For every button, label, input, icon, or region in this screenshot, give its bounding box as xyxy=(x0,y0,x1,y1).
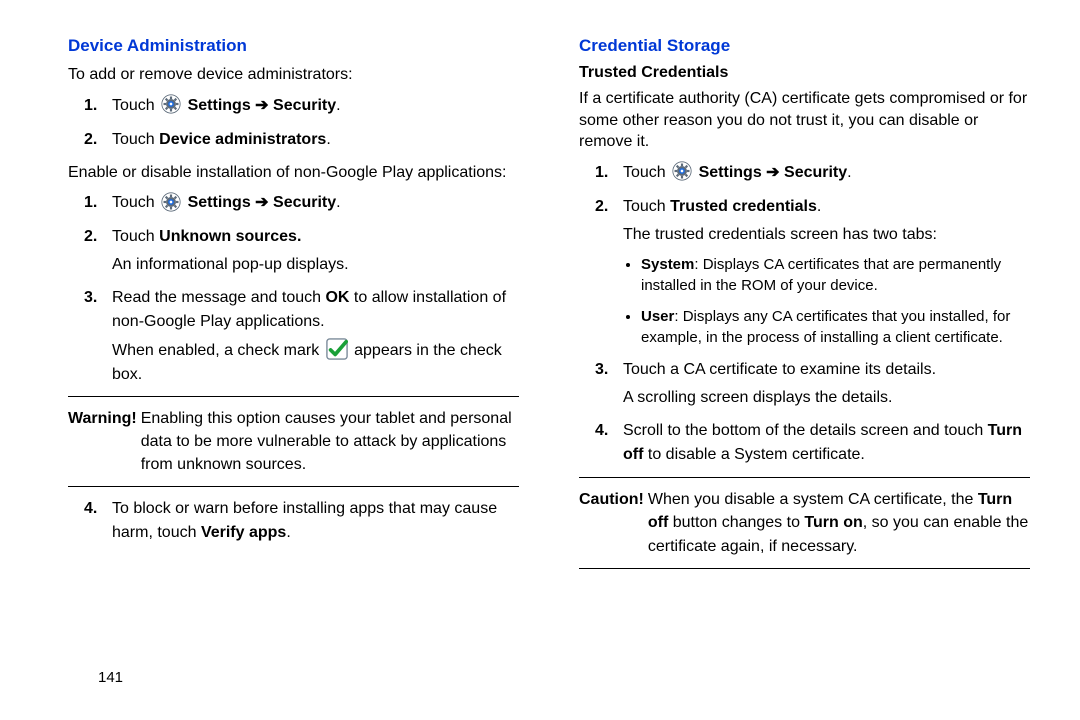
bullet-body: : Displays CA certificates that are perm… xyxy=(641,256,1001,294)
list-item: System: Displays CA certificates that ar… xyxy=(641,254,1030,296)
gear-icon xyxy=(672,161,692,181)
step-item: Touch Trusted credentials. The trusted c… xyxy=(623,195,1030,348)
step-item: Read the message and touch OK to allow i… xyxy=(112,286,519,385)
bullet-body: : Displays any CA certificates that you … xyxy=(641,308,1010,346)
step-text: To block or warn before installing apps … xyxy=(112,500,497,541)
divider xyxy=(68,396,519,397)
gear-icon xyxy=(161,192,181,212)
step-item: Scroll to the bottom of the details scre… xyxy=(623,419,1030,467)
trusted-credentials-intro: If a certificate authority (CA) certific… xyxy=(579,88,1030,153)
step-text: Touch xyxy=(112,228,159,245)
step-follow-text: A scrolling screen displays the details. xyxy=(623,386,1030,409)
caution-note: Caution! When you disable a system CA ce… xyxy=(579,488,1030,558)
step-text: to disable a System certificate. xyxy=(643,446,864,463)
page-number: 141 xyxy=(98,669,123,686)
settings-label: Settings xyxy=(188,97,251,114)
step-text: Touch a CA certificate to examine its de… xyxy=(623,361,936,378)
device-admin-intro: To add or remove device administrators: xyxy=(68,64,519,86)
step-follow-text: The trusted credentials screen has two t… xyxy=(623,223,1030,246)
divider xyxy=(579,477,1030,478)
verify-apps-steps: To block or warn before installing apps … xyxy=(68,497,519,545)
turn-on-label: Turn on xyxy=(804,514,862,531)
security-label: Security xyxy=(273,194,336,211)
arrow-icon: ➔ xyxy=(251,97,273,114)
step-item: Touch a CA certificate to examine its de… xyxy=(623,358,1030,409)
checkmark-icon xyxy=(326,338,348,360)
step-text: Scroll to the bottom of the details scre… xyxy=(623,422,988,439)
unknown-sources-steps: Touch Settings ➔ Security. Touch Unknown… xyxy=(68,191,519,386)
verify-apps-label: Verify apps xyxy=(201,524,286,541)
caution-text: When you disable a system CA certificate… xyxy=(648,491,978,508)
credential-storage-heading: Credential Storage xyxy=(579,36,1030,56)
step-text: Touch xyxy=(112,131,159,148)
device-administrators-label: Device administrators xyxy=(159,131,326,148)
system-tab-label: System xyxy=(641,256,694,273)
step-text: Touch xyxy=(623,164,670,181)
step-text: . xyxy=(847,164,851,181)
caution-label: Caution! xyxy=(579,488,644,558)
step-text: . xyxy=(326,131,330,148)
unknown-sources-label: Unknown sources. xyxy=(159,228,301,245)
step-item: Touch Settings ➔ Security. xyxy=(112,94,519,118)
divider xyxy=(68,486,519,487)
step-item: Touch Settings ➔ Security. xyxy=(623,161,1030,185)
right-column: Credential Storage Trusted Credentials I… xyxy=(579,36,1030,579)
warning-label: Warning! xyxy=(68,407,137,477)
step-text: . xyxy=(336,97,340,114)
trusted-credentials-label: Trusted credentials xyxy=(670,198,817,215)
step-text: Touch xyxy=(623,198,670,215)
step-text: When enabled, a check mark xyxy=(112,342,324,359)
list-item: User: Displays any CA certificates that … xyxy=(641,306,1030,348)
settings-label: Settings xyxy=(699,164,762,181)
settings-label: Settings xyxy=(188,194,251,211)
security-label: Security xyxy=(273,97,336,114)
step-item: Touch Settings ➔ Security. xyxy=(112,191,519,215)
arrow-icon: ➔ xyxy=(762,164,784,181)
security-label: Security xyxy=(784,164,847,181)
step-text: . xyxy=(817,198,821,215)
step-item: Touch Device administrators. xyxy=(112,128,519,152)
step-text: . xyxy=(286,524,290,541)
warning-note: Warning! Enabling this option causes you… xyxy=(68,407,519,477)
gear-icon xyxy=(161,94,181,114)
caution-body: When you disable a system CA certificate… xyxy=(648,488,1030,558)
unknown-sources-intro: Enable or disable installation of non-Go… xyxy=(68,162,519,184)
step-follow-text: An informational pop-up displays. xyxy=(112,253,519,276)
device-admin-heading: Device Administration xyxy=(68,36,519,56)
step-text: Read the message and touch xyxy=(112,289,325,306)
step-text: . xyxy=(336,194,340,211)
trusted-credentials-subheading: Trusted Credentials xyxy=(579,64,1030,82)
ok-label: OK xyxy=(325,289,349,306)
warning-body: Enabling this option causes your tablet … xyxy=(141,407,519,477)
step-item: To block or warn before installing apps … xyxy=(112,497,519,545)
step-follow-text: When enabled, a check mark appears in th… xyxy=(112,338,519,385)
user-tab-label: User xyxy=(641,308,674,325)
divider xyxy=(579,568,1030,569)
tabs-bullets: System: Displays CA certificates that ar… xyxy=(623,254,1030,348)
device-admin-steps-a: Touch Settings ➔ Security. Touch Device … xyxy=(68,94,519,152)
step-item: Touch Unknown sources. An informational … xyxy=(112,225,519,276)
caution-text: button changes to xyxy=(668,514,804,531)
step-text: Touch xyxy=(112,97,159,114)
arrow-icon: ➔ xyxy=(251,194,273,211)
step-text: Touch xyxy=(112,194,159,211)
trusted-credentials-steps: Touch Settings ➔ Security. Touch Trusted… xyxy=(579,161,1030,467)
left-column: Device Administration To add or remove d… xyxy=(68,36,519,579)
